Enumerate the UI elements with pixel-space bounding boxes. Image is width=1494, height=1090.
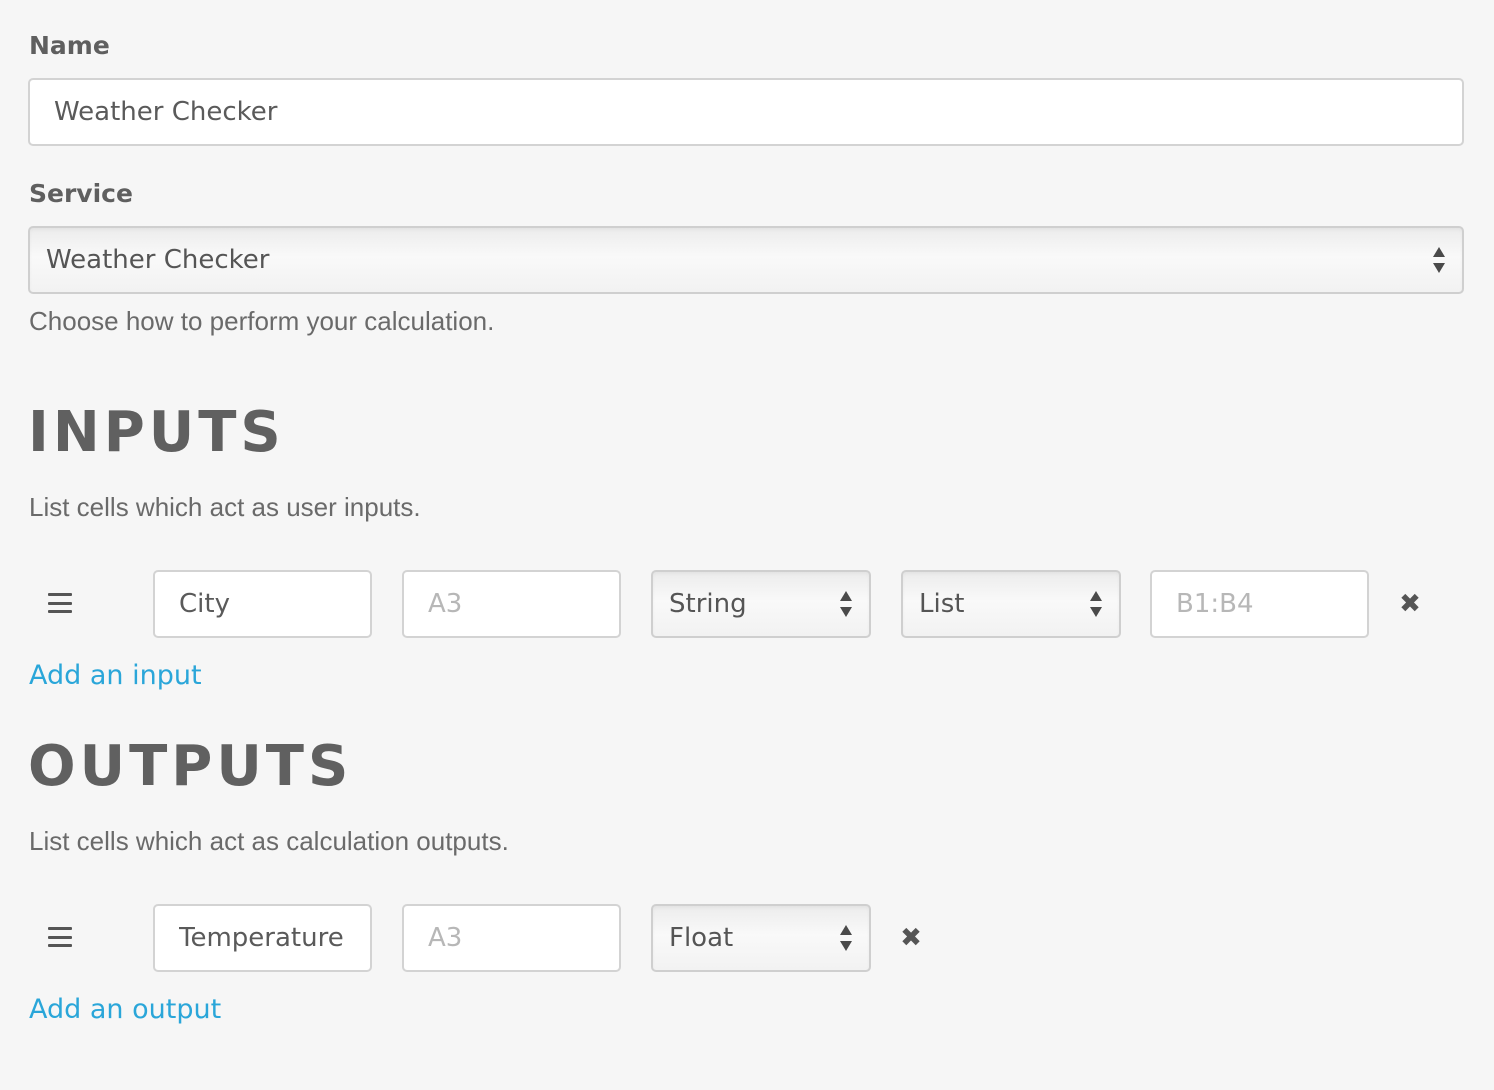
name-label: Name xyxy=(29,31,110,60)
service-select[interactable]: Weather Checker xyxy=(28,226,1464,294)
outputs-help-text: List cells which act as calculation outp… xyxy=(29,826,509,856)
input-cell-field[interactable] xyxy=(402,570,621,638)
drag-handle-icon[interactable] xyxy=(48,927,72,947)
select-arrows-icon xyxy=(1089,591,1103,617)
select-arrows-icon xyxy=(839,925,853,951)
inputs-section-title: INPUTS xyxy=(28,400,285,465)
output-type-select[interactable]: Float xyxy=(651,904,871,972)
output-cell-field[interactable] xyxy=(402,904,621,972)
add-output-link[interactable]: Add an output xyxy=(29,994,221,1025)
outputs-section-title: OUTPUTS xyxy=(28,734,353,799)
input-name-field[interactable] xyxy=(153,570,372,638)
select-arrows-icon xyxy=(839,591,853,617)
inputs-help-text: List cells which act as user inputs. xyxy=(29,492,421,522)
output-type-value: Float xyxy=(669,923,734,953)
input-type-value: String xyxy=(669,589,747,619)
input-type-select[interactable]: String xyxy=(651,570,871,638)
service-help-text: Choose how to perform your calculation. xyxy=(29,306,495,336)
input-range-field[interactable] xyxy=(1150,570,1369,638)
service-select-value: Weather Checker xyxy=(46,245,270,275)
close-icon[interactable]: ✖ xyxy=(900,925,922,951)
add-input-link[interactable]: Add an input xyxy=(29,660,202,691)
input-mode-select[interactable]: List xyxy=(901,570,1121,638)
input-mode-value: List xyxy=(919,589,965,619)
drag-handle-icon[interactable] xyxy=(48,593,72,613)
output-name-field[interactable] xyxy=(153,904,372,972)
name-input[interactable] xyxy=(28,78,1464,146)
close-icon[interactable]: ✖ xyxy=(1399,591,1421,617)
calculation-form: Name Service Weather Checker Choose how … xyxy=(0,0,1494,1090)
select-arrows-icon xyxy=(1432,247,1446,273)
service-label: Service xyxy=(29,179,133,208)
